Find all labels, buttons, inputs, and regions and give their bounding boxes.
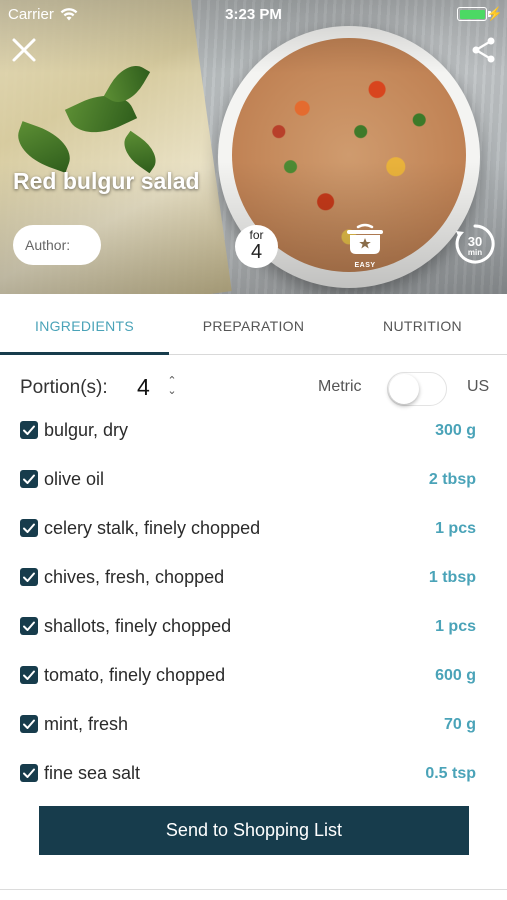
portion-row: Portion(s): 4 ⌃ ⌄ Metric US bbox=[20, 372, 490, 406]
ingredient-quantity: 0.5 tsp bbox=[425, 765, 476, 782]
ingredient-name: chives, fresh, chopped bbox=[44, 567, 225, 587]
share-icon bbox=[472, 37, 495, 63]
unit-us-label: US bbox=[467, 378, 490, 395]
portion-label: Portion(s): bbox=[20, 377, 108, 398]
tab-ingredients[interactable]: INGREDIENTS bbox=[0, 294, 169, 355]
ingredient-name: tomato, finely chopped bbox=[44, 665, 226, 685]
tab-nutrition[interactable]: NUTRITION bbox=[338, 294, 507, 354]
check-icon bbox=[23, 425, 35, 435]
ingredient-checkbox[interactable] bbox=[20, 519, 38, 537]
ingredient-checkbox[interactable] bbox=[20, 421, 38, 439]
ingredient-quantity: 70 g bbox=[443, 716, 476, 733]
ingredient-name: mint, fresh bbox=[44, 714, 129, 734]
list-item: bulgur, dry 300 g bbox=[0, 413, 507, 462]
ingredient-name: fine sea salt bbox=[44, 763, 141, 783]
check-icon bbox=[23, 523, 35, 533]
list-item: fine sea salt 0.5 tsp bbox=[0, 756, 507, 805]
difficulty-label: EASY bbox=[354, 262, 376, 269]
share-button[interactable] bbox=[471, 36, 497, 64]
check-icon bbox=[23, 474, 35, 484]
prep-time-badge: 30 min bbox=[454, 223, 496, 265]
ingredient-quantity: 1 pcs bbox=[435, 520, 476, 537]
recipe-tabs: INGREDIENTS PREPARATION NUTRITION bbox=[0, 294, 507, 355]
ingredient-quantity: 600 g bbox=[435, 667, 476, 684]
ingredient-quantity: 1 tbsp bbox=[428, 569, 476, 586]
prep-time-unit: min bbox=[468, 248, 482, 257]
charging-bolt-icon: ⚡ bbox=[486, 6, 503, 21]
ingredient-quantity: 1 pcs bbox=[435, 618, 476, 635]
ingredient-list: bulgur, dry 300 g olive oil 2 tbsp celer… bbox=[0, 413, 507, 805]
list-item: tomato, finely chopped 600 g bbox=[0, 658, 507, 707]
list-item: chives, fresh, chopped 1 tbsp bbox=[0, 560, 507, 609]
cooking-pot-icon bbox=[347, 223, 383, 254]
ingredient-checkbox[interactable] bbox=[20, 470, 38, 488]
ingredient-quantity: 300 g bbox=[435, 422, 476, 439]
recipe-title: Red bulgur salad bbox=[13, 168, 200, 194]
status-time: 3:23 PM bbox=[225, 6, 282, 23]
ingredient-checkbox[interactable] bbox=[20, 568, 38, 586]
author-button[interactable]: Author: bbox=[13, 225, 101, 265]
author-label: Author: bbox=[25, 237, 71, 253]
portion-value[interactable]: 4 bbox=[137, 374, 150, 401]
unit-toggle[interactable] bbox=[387, 372, 447, 406]
portion-stepper-icon[interactable]: ⌃ ⌄ bbox=[165, 376, 179, 398]
ingredient-checkbox[interactable] bbox=[20, 617, 38, 635]
check-icon bbox=[23, 719, 35, 729]
servings-count: 4 bbox=[250, 241, 263, 263]
status-bar: Carrier 3:23 PM ⚡ bbox=[0, 0, 507, 28]
ingredient-name: shallots, finely chopped bbox=[44, 616, 232, 636]
ingredient-checkbox[interactable] bbox=[20, 666, 38, 684]
difficulty-badge: EASY bbox=[343, 222, 387, 269]
unit-metric-label: Metric bbox=[318, 378, 362, 395]
check-icon bbox=[23, 572, 35, 582]
send-to-shopping-list-button[interactable]: Send to Shopping List bbox=[39, 806, 469, 855]
ingredient-name: olive oil bbox=[44, 469, 105, 489]
ingredient-name: bulgur, dry bbox=[44, 420, 129, 440]
check-icon bbox=[23, 768, 35, 778]
ingredient-quantity: 2 tbsp bbox=[428, 471, 476, 488]
list-item: celery stalk, finely chopped 1 pcs bbox=[0, 511, 507, 560]
timer-icon: 30 min bbox=[455, 224, 495, 264]
close-button[interactable] bbox=[10, 36, 38, 64]
prep-time-value: 30 bbox=[468, 234, 482, 249]
check-icon bbox=[23, 670, 35, 680]
list-item: shallots, finely chopped 1 pcs bbox=[0, 609, 507, 658]
tab-preparation[interactable]: PREPARATION bbox=[169, 294, 338, 354]
battery-icon bbox=[457, 7, 487, 21]
servings-badge: for 4 bbox=[235, 225, 278, 268]
check-icon bbox=[23, 621, 35, 631]
list-item: olive oil 2 tbsp bbox=[0, 462, 507, 511]
ingredient-checkbox[interactable] bbox=[20, 764, 38, 782]
close-icon bbox=[12, 38, 36, 62]
ingredient-name: celery stalk, finely chopped bbox=[44, 518, 261, 538]
servings-for-label: for bbox=[249, 228, 264, 242]
list-item: mint, fresh 70 g bbox=[0, 707, 507, 756]
ingredient-checkbox[interactable] bbox=[20, 715, 38, 733]
divider bbox=[0, 889, 507, 890]
